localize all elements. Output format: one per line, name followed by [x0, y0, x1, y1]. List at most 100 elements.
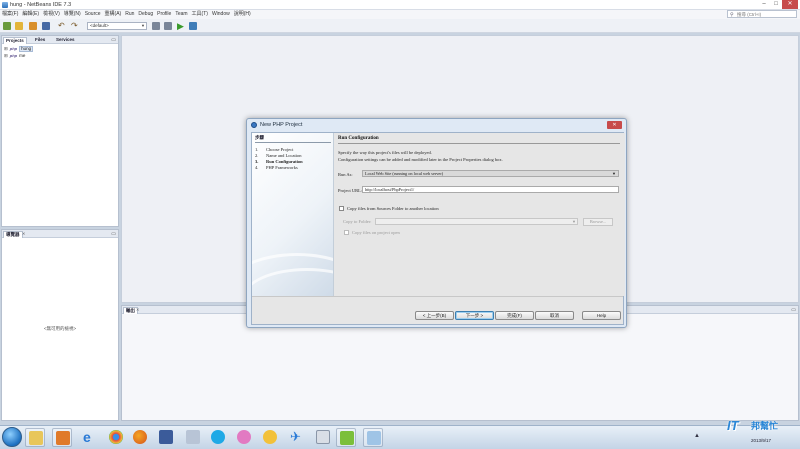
menu-tools[interactable]: 工具(T) — [192, 11, 208, 18]
new-file-icon[interactable] — [3, 22, 11, 30]
close-icon[interactable]: ✕ — [22, 231, 25, 237]
window-title: hung - NetBeans IDE 7.3 — [10, 2, 72, 8]
dialog-body: 步驟 1. Choose Project 2. Name and Locatio… — [251, 132, 625, 325]
window-controls: – □ ✕ — [758, 0, 798, 9]
messenger-icon[interactable] — [159, 430, 173, 444]
expand-icon[interactable]: ⊞ — [4, 46, 8, 52]
new-project-icon[interactable] — [15, 22, 23, 30]
finish-button[interactable]: 完成(F) — [495, 311, 534, 320]
tray-expand-icon[interactable]: ▲ — [694, 433, 700, 439]
divider — [338, 143, 620, 144]
redo-icon[interactable]: ↷ — [71, 22, 79, 30]
chrome-icon[interactable] — [109, 430, 123, 444]
run-icon[interactable]: ▶ — [177, 22, 185, 31]
menu-run[interactable]: Run — [125, 11, 134, 18]
grid-app-icon[interactable] — [316, 430, 330, 444]
menu-edit[interactable]: 編輯(E) — [22, 11, 39, 18]
menu-view[interactable]: 檢視(V) — [43, 11, 60, 18]
internet-explorer-icon[interactable]: e — [83, 430, 97, 444]
configuration-value: <default> — [90, 23, 109, 28]
copy-to-folder-select[interactable]: ▼ — [375, 218, 578, 225]
step-number: 3. — [255, 159, 259, 164]
tab-files[interactable]: Files — [33, 37, 47, 44]
open-project-icon[interactable] — [29, 22, 37, 30]
game-icon[interactable] — [237, 430, 251, 444]
clock-date[interactable]: 2013/9/17 — [751, 438, 771, 443]
start-button[interactable] — [2, 427, 22, 447]
next-button[interactable]: 下一步 > — [455, 311, 494, 320]
menu-file[interactable]: 檔案(F) — [2, 11, 18, 18]
tab-services[interactable]: Services — [54, 37, 77, 44]
description-line: Configuration settings can be added and … — [338, 157, 503, 162]
watermark-text: 邦幫忙 — [751, 421, 779, 431]
run-as-label: Run As: — [338, 172, 353, 177]
build-icon[interactable] — [152, 22, 160, 30]
menu-debug[interactable]: Debug — [138, 11, 153, 18]
wizard-step: 1. Choose Project — [255, 147, 293, 152]
search-input[interactable] — [737, 11, 795, 17]
navigator-panel: 導覽器 ✕ ▭ <無可用的檢視> — [1, 229, 119, 421]
menu-help[interactable]: 說明(H) — [234, 11, 251, 18]
minimize-panel-icon[interactable]: ▭ — [111, 231, 116, 237]
minimize-panel-icon[interactable]: ▭ — [111, 37, 116, 43]
copy-to-folder-label: Copy to Folder: — [343, 219, 372, 224]
undo-icon[interactable]: ↶ — [58, 22, 66, 30]
close-icon[interactable]: ✕ — [136, 307, 139, 313]
smiley-app-icon[interactable] — [263, 430, 277, 444]
menu-navigate[interactable]: 導覽(N) — [64, 11, 81, 18]
netbeans-icon[interactable] — [363, 428, 383, 447]
minimize-button[interactable]: – — [758, 0, 770, 9]
project-tree-item[interactable]: ⊞ php me — [4, 53, 25, 59]
minimize-panel-icon[interactable]: ▭ — [791, 307, 796, 313]
back-button[interactable]: < 上一步(B) — [415, 311, 454, 320]
chevron-down-icon: ▼ — [572, 219, 576, 224]
browse-button[interactable]: Browse... — [583, 218, 613, 226]
copy-on-open-label: Copy files on project open — [352, 230, 400, 235]
debug-icon[interactable] — [189, 22, 197, 30]
help-button[interactable]: Help — [582, 311, 621, 320]
search-icon: ⚲ — [730, 12, 734, 18]
menu-profile[interactable]: Profile — [157, 11, 171, 18]
taskbar: e ✈ ▲ — [0, 425, 800, 449]
explorer-icon[interactable] — [25, 428, 45, 447]
project-tree-item[interactable]: ⊞ php hung — [4, 46, 34, 52]
notes-icon[interactable] — [186, 430, 200, 444]
copy-on-open-checkbox[interactable] — [344, 230, 349, 235]
menu-refactor[interactable]: 重構(A) — [105, 11, 122, 18]
close-window-button[interactable]: ✕ — [782, 0, 798, 9]
copy-files-checkbox[interactable] — [339, 206, 344, 211]
dialog-close-button[interactable]: ✕ — [607, 121, 622, 129]
save-all-icon[interactable] — [42, 22, 50, 30]
project-url-label: Project URL: — [338, 188, 363, 193]
step-label: Run Configuration — [266, 159, 303, 164]
step-number: 1. — [255, 147, 259, 152]
android-icon[interactable] — [336, 428, 356, 447]
menu-bar: 檔案(F) 編輯(E) 檢視(V) 導覽(N) Source 重構(A) Run… — [0, 10, 800, 19]
firefox-icon[interactable] — [133, 430, 147, 444]
media-player-icon[interactable] — [52, 428, 72, 447]
dialog-title-bar[interactable]: New PHP Project ✕ — [247, 119, 626, 131]
clean-build-icon[interactable] — [164, 22, 172, 30]
project-url-input[interactable]: http://localhost/PhpProject1/ — [362, 186, 619, 193]
dialog-title: New PHP Project — [260, 122, 303, 128]
menu-window[interactable]: Window — [212, 11, 230, 18]
copy-files-label: Copy files from Sources Folder to anothe… — [347, 206, 439, 211]
cancel-button[interactable]: 取消 — [535, 311, 574, 320]
wizard-step: 2. Name and Location — [255, 153, 302, 158]
netbeans-icon — [251, 122, 257, 128]
configuration-select[interactable]: <default> ▼ — [87, 22, 147, 30]
maximize-button[interactable]: □ — [770, 0, 782, 9]
wizard-button-bar: < 上一步(B) 下一步 > 完成(F) 取消 Help — [252, 296, 623, 324]
run-as-select[interactable]: Local Web Site (running on local web ser… — [362, 170, 619, 177]
expand-icon[interactable]: ⊞ — [4, 53, 8, 59]
php-project-icon: php — [9, 53, 18, 58]
tab-navigator[interactable]: 導覽器 — [3, 231, 23, 238]
quick-search[interactable]: ⚲ — [727, 10, 797, 18]
menu-source[interactable]: Source — [85, 11, 101, 18]
netbeans-app-icon — [2, 2, 8, 8]
menu-team[interactable]: Team — [175, 11, 187, 18]
run-as-value: Local Web Site (running on local web ser… — [365, 171, 444, 176]
tab-projects[interactable]: Projects — [3, 37, 27, 44]
paper-plane-icon[interactable]: ✈ — [290, 430, 304, 444]
skype-icon[interactable] — [211, 430, 225, 444]
